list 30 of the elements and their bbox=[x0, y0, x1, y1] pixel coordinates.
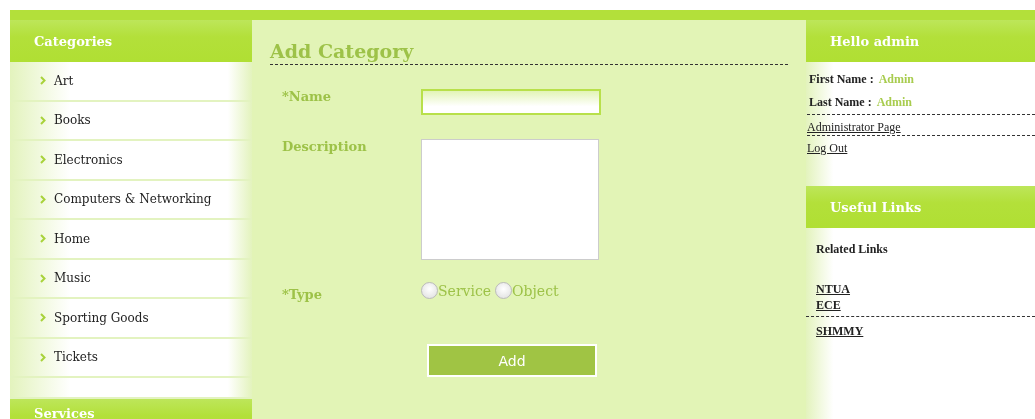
related-link[interactable]: SHMMY bbox=[806, 323, 1035, 339]
related-links-heading: Related Links bbox=[815, 241, 889, 258]
field-label: *Type bbox=[282, 287, 323, 302]
field-label: Description bbox=[282, 139, 368, 154]
chevron-icon bbox=[40, 76, 46, 86]
services-header: Services bbox=[10, 399, 252, 419]
account-link[interactable]: Log Out bbox=[807, 140, 1035, 156]
related-link[interactable]: NTUA bbox=[806, 281, 1035, 297]
info-label: First Name : bbox=[809, 72, 874, 86]
chevron-icon bbox=[40, 115, 46, 125]
account-link[interactable]: Administrator Page bbox=[807, 119, 1035, 135]
chevron-icon bbox=[40, 234, 46, 244]
description-field[interactable] bbox=[421, 139, 599, 260]
radio-button[interactable] bbox=[421, 282, 438, 299]
info-label: Last Name : bbox=[809, 95, 872, 109]
form-title: Add Category bbox=[270, 39, 415, 64]
related-link[interactable]: ECE bbox=[806, 297, 1035, 313]
greeting-header: Hello admin bbox=[806, 20, 1035, 62]
chevron-icon bbox=[40, 155, 46, 165]
chevron-icon bbox=[40, 352, 46, 362]
useful-links-header: Useful Links bbox=[806, 186, 1035, 228]
chevron-icon bbox=[40, 273, 46, 283]
chevron-icon bbox=[40, 194, 46, 204]
info-value: Admin bbox=[878, 72, 914, 86]
categories-header: Categories bbox=[10, 20, 252, 62]
field-label: *Name bbox=[282, 89, 333, 104]
name-field[interactable] bbox=[421, 89, 601, 115]
radio-button[interactable] bbox=[495, 282, 513, 299]
chevron-icon bbox=[40, 313, 46, 323]
info-value: Admin bbox=[876, 95, 912, 109]
